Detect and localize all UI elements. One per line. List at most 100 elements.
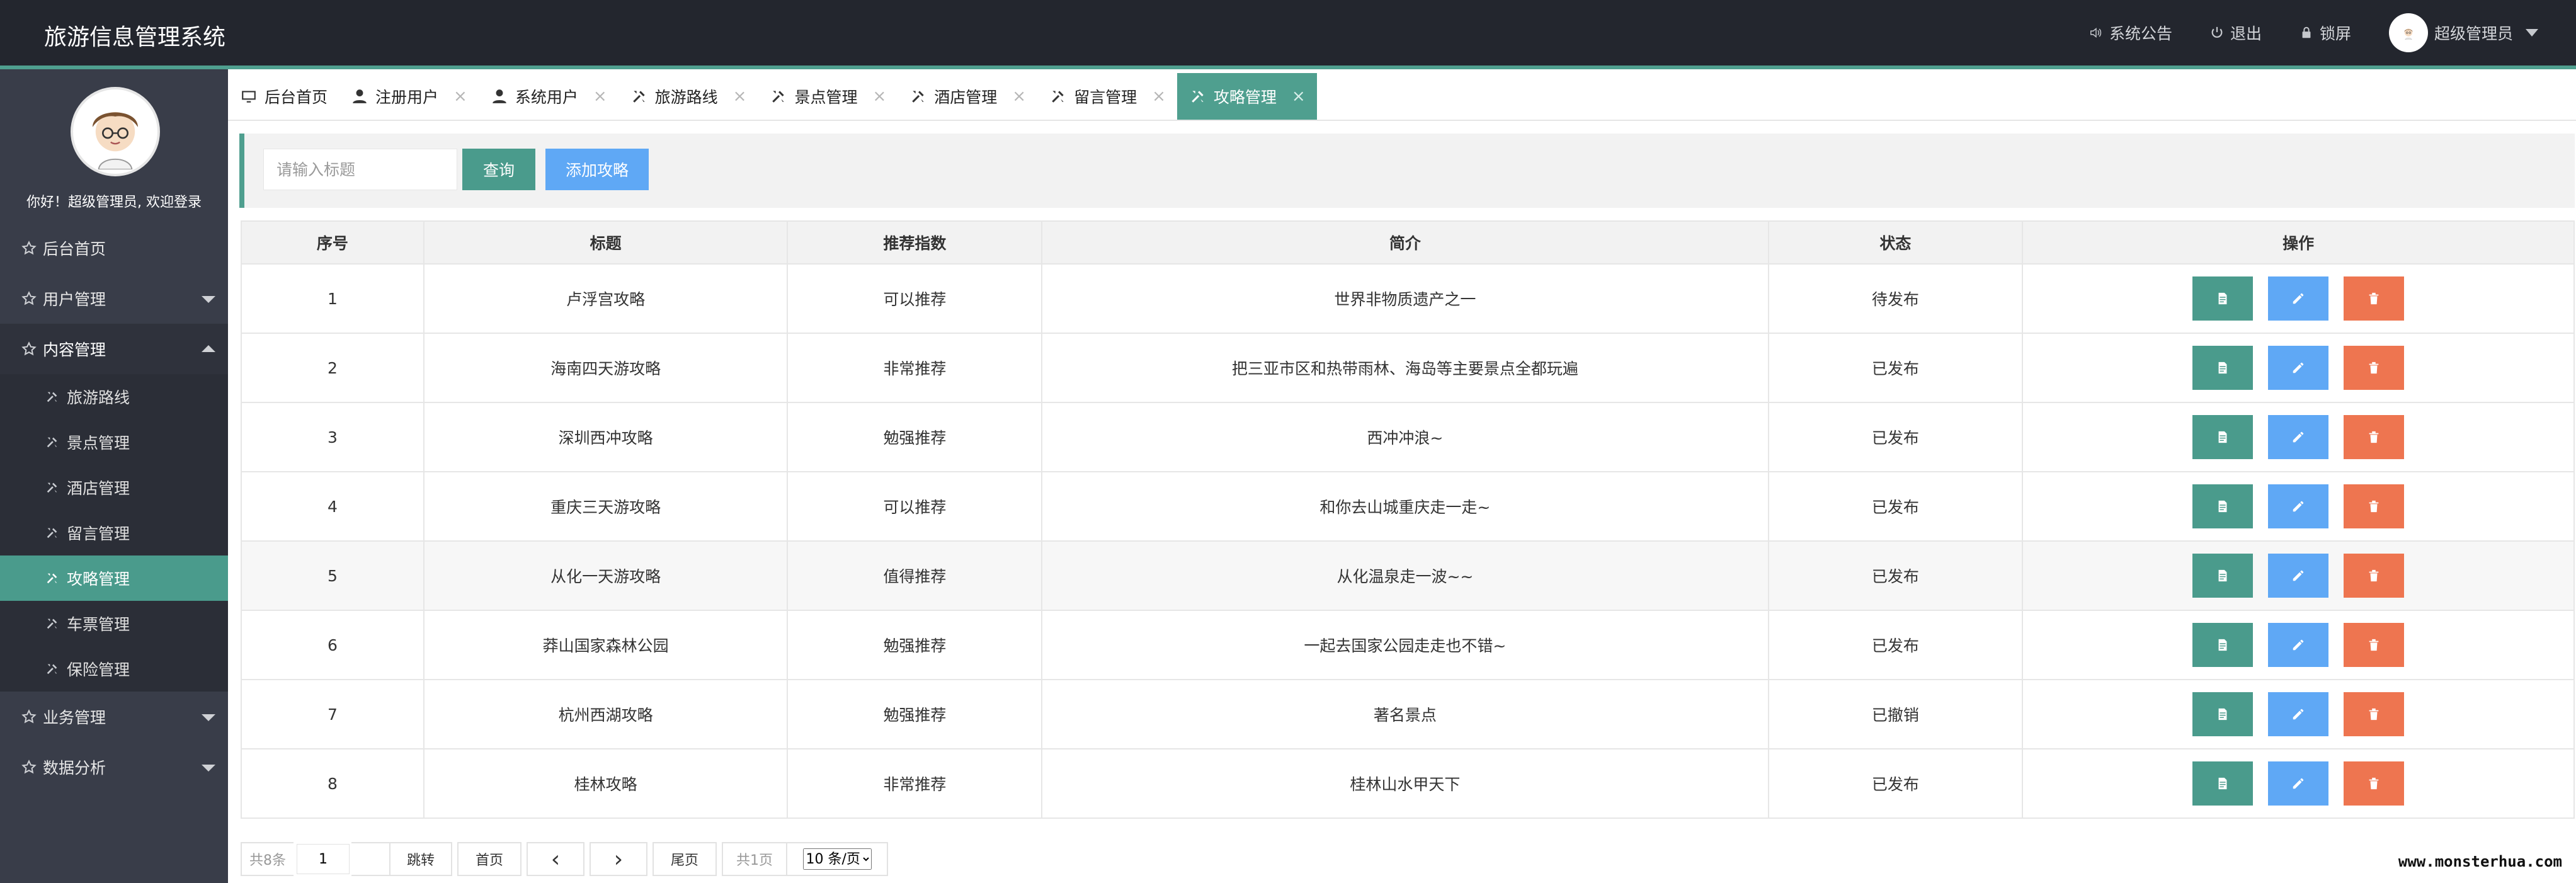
- add-guide-button[interactable]: 添加攻略: [545, 149, 649, 190]
- star-icon: [21, 341, 37, 356]
- sidebar-item-home[interactable]: 后台首页: [0, 223, 228, 273]
- sidebar-item-content-management[interactable]: 内容管理: [0, 324, 228, 374]
- submenu-item-messages[interactable]: 留言管理: [0, 510, 228, 555]
- close-icon[interactable]: ×: [1152, 87, 1166, 106]
- pencil-icon: [2293, 709, 2304, 720]
- sidebar-item-user-management[interactable]: 用户管理: [0, 273, 228, 324]
- view-button[interactable]: [2192, 484, 2254, 528]
- submenu-item-guides[interactable]: 攻略管理: [0, 555, 228, 601]
- pencil-icon: [2293, 431, 2304, 443]
- view-button[interactable]: [2192, 346, 2254, 390]
- edit-button[interactable]: [2268, 554, 2329, 598]
- column-header: 序号: [241, 220, 425, 265]
- submenu-item-insurance[interactable]: 保险管理: [0, 646, 228, 692]
- tab-travel-routes[interactable]: 旅游路线 ×: [618, 73, 758, 120]
- user-menu[interactable]: 超级管理员: [2388, 13, 2538, 52]
- view-button[interactable]: [2192, 554, 2254, 598]
- query-button[interactable]: 查询: [462, 149, 535, 190]
- row-rating: 可以推荐: [787, 263, 1043, 334]
- tab-registered-users[interactable]: 注册用户 ×: [339, 73, 479, 120]
- tab-home[interactable]: 后台首页: [228, 73, 339, 120]
- row-summary: 从化温泉走一波~~: [1041, 540, 1769, 611]
- row-title: 深圳西冲攻略: [423, 402, 789, 472]
- sidebar-item-label: 后台首页: [43, 240, 106, 258]
- star-icon: [21, 291, 37, 305]
- row-title: 海南四天游攻略: [423, 333, 789, 403]
- delete-button[interactable]: [2344, 346, 2405, 390]
- header-actions: 系统公告 退出 锁屏 超级管理员: [2089, 0, 2538, 66]
- edit-button[interactable]: [2268, 415, 2329, 459]
- tools-icon: [912, 91, 924, 103]
- delete-button[interactable]: [2344, 692, 2405, 736]
- last-page-button[interactable]: 尾页: [653, 842, 717, 876]
- close-icon[interactable]: ×: [453, 87, 467, 106]
- system-notice-link[interactable]: 系统公告: [2089, 21, 2172, 44]
- pencil-icon: [2293, 362, 2304, 373]
- tab-hotels[interactable]: 酒店管理 ×: [898, 73, 1037, 120]
- submenu-item-travel-routes[interactable]: 旅游路线: [0, 374, 228, 419]
- delete-button[interactable]: [2344, 415, 2405, 459]
- page-input-wrapper: [294, 842, 353, 876]
- sidebar-item-business-management[interactable]: 业务管理: [0, 692, 228, 742]
- edit-button[interactable]: [2268, 346, 2329, 390]
- submenu-item-hotels[interactable]: 酒店管理: [0, 465, 228, 510]
- tab-label: 后台首页: [265, 88, 328, 106]
- logout-label: 退出: [2230, 25, 2262, 43]
- tab-scenic-spots[interactable]: 景点管理 ×: [758, 73, 898, 120]
- row-title: 桂林攻略: [423, 748, 789, 819]
- lock-icon: [2302, 26, 2311, 38]
- delete-button[interactable]: [2344, 484, 2405, 528]
- row-title: 杭州西湖攻略: [423, 679, 789, 749]
- row-title: 莽山国家森林公园: [423, 610, 789, 680]
- document-icon: [2218, 777, 2227, 790]
- action-group: [2023, 346, 2573, 390]
- watermark: www.monsterhua.com: [2398, 853, 2562, 870]
- row-actions: [2022, 679, 2575, 749]
- first-page-button[interactable]: 首页: [457, 842, 521, 876]
- edit-button[interactable]: [2268, 484, 2329, 528]
- close-icon[interactable]: ×: [872, 87, 886, 106]
- close-icon[interactable]: ×: [593, 87, 607, 106]
- logout-link[interactable]: 退出: [2210, 21, 2262, 44]
- tab-system-users[interactable]: 系统用户 ×: [479, 73, 618, 120]
- submenu-label: 保险管理: [67, 661, 130, 679]
- title-search-input[interactable]: [263, 149, 457, 190]
- jump-button[interactable]: 跳转: [389, 842, 452, 876]
- submenu-item-tickets[interactable]: 车票管理: [0, 601, 228, 646]
- edit-button[interactable]: [2268, 692, 2329, 736]
- tab-messages[interactable]: 留言管理 ×: [1037, 73, 1177, 120]
- view-button[interactable]: [2192, 692, 2254, 736]
- tools-icon: [1192, 91, 1204, 103]
- delete-button[interactable]: [2344, 276, 2405, 321]
- tools-icon: [1052, 91, 1064, 103]
- view-button[interactable]: [2192, 623, 2254, 667]
- view-button[interactable]: [2192, 761, 2254, 806]
- close-icon[interactable]: ×: [1292, 87, 1306, 106]
- edit-button[interactable]: [2268, 761, 2329, 806]
- submenu-item-scenic-spots[interactable]: 景点管理: [0, 419, 228, 465]
- page-size-select[interactable]: 10 条/页: [802, 848, 872, 870]
- close-icon[interactable]: ×: [1012, 87, 1026, 106]
- delete-button[interactable]: [2344, 554, 2405, 598]
- row-index: 7: [241, 679, 425, 749]
- action-group: [2023, 761, 2573, 806]
- prev-page-button[interactable]: ‹: [527, 842, 584, 876]
- tab-guides[interactable]: 攻略管理 ×: [1177, 73, 1317, 120]
- sidebar-welcome-text: 你好！超级管理员, 欢迎登录: [26, 195, 202, 210]
- view-button[interactable]: [2192, 415, 2254, 459]
- row-index: 1: [241, 263, 425, 334]
- delete-button[interactable]: [2344, 623, 2405, 667]
- page-number-input[interactable]: [297, 844, 350, 874]
- column-header: 操作: [2022, 220, 2575, 265]
- close-icon[interactable]: ×: [733, 87, 747, 106]
- edit-button[interactable]: [2268, 276, 2329, 321]
- delete-button[interactable]: [2344, 761, 2405, 806]
- trash-icon: [2369, 569, 2379, 582]
- view-button[interactable]: [2192, 276, 2254, 321]
- row-summary: 一起去国家公园走走也不错~: [1041, 610, 1769, 680]
- next-page-button[interactable]: ›: [590, 842, 647, 876]
- row-summary: 和你去山城重庆走一走~: [1041, 471, 1769, 542]
- edit-button[interactable]: [2268, 623, 2329, 667]
- lock-screen-link[interactable]: 锁屏: [2300, 21, 2351, 44]
- sidebar-item-data-analysis[interactable]: 数据分析: [0, 742, 228, 792]
